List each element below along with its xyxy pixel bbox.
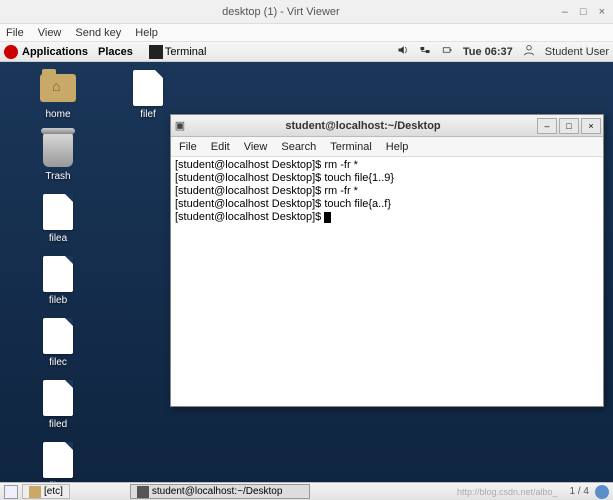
network-icon[interactable]	[419, 44, 431, 59]
terminal-cursor	[324, 212, 331, 223]
folder-icon	[29, 486, 41, 498]
menu-sendkey[interactable]: Send key	[75, 27, 121, 39]
close-button[interactable]: ×	[599, 6, 605, 18]
terminal-titlebar[interactable]: ▣ student@localhost:~/Desktop – □ ×	[171, 115, 603, 137]
terminal-icon	[137, 486, 149, 498]
terminal-line: [student@localhost Desktop]$ touch file{…	[175, 172, 599, 185]
desktop-icon-label: filec	[49, 357, 67, 368]
file-icon	[43, 256, 73, 292]
taskbar-item-terminal[interactable]: student@localhost:~/Desktop	[130, 484, 310, 499]
terminal-line: [student@localhost Desktop]$	[175, 211, 599, 224]
redhat-icon[interactable]	[4, 45, 18, 59]
desktop-icon-trash[interactable]: Trash	[28, 132, 88, 182]
terminal-app-icon: ▣	[171, 119, 189, 132]
desktop-icon-filed[interactable]: filed	[28, 380, 88, 430]
terminal-menu-terminal[interactable]: Terminal	[330, 141, 372, 153]
volume-icon[interactable]	[397, 44, 409, 59]
file-icon	[43, 194, 73, 230]
virt-viewer-title: desktop (1) - Virt Viewer	[0, 6, 562, 18]
desktop-icon-label: Trash	[45, 171, 70, 182]
menu-view[interactable]: View	[38, 27, 62, 39]
minimize-button[interactable]: –	[562, 6, 568, 18]
places-menu[interactable]: Places	[98, 46, 133, 58]
terminal-maximize-button[interactable]: □	[559, 118, 579, 134]
menu-file[interactable]: File	[6, 27, 24, 39]
clock[interactable]: Tue 06:37	[463, 46, 513, 58]
file-icon	[43, 442, 73, 478]
desktop-icon-label: fileb	[49, 295, 67, 306]
user-menu[interactable]: Student User	[545, 46, 609, 58]
terminal-title: student@localhost:~/Desktop	[189, 120, 537, 132]
file-icon	[43, 380, 73, 416]
terminal-line: [student@localhost Desktop]$ rm -fr *	[175, 185, 599, 198]
terminal-line: [student@localhost Desktop]$ rm -fr *	[175, 159, 599, 172]
terminal-line: [student@localhost Desktop]$ touch file{…	[175, 198, 599, 211]
desktop-icon-filef[interactable]: filef	[118, 70, 178, 120]
gnome-bottom-panel: [etc] student@localhost:~/Desktop http:/…	[0, 482, 613, 500]
terminal-menu-edit[interactable]: Edit	[211, 141, 230, 153]
desktop-icon-label: filed	[49, 419, 67, 430]
virt-viewer-menubar: File View Send key Help	[0, 24, 613, 42]
desktop-icon-fileb[interactable]: fileb	[28, 256, 88, 306]
maximize-button[interactable]: □	[580, 6, 587, 18]
watermark-text: http://blog.csdn.net/albo_	[457, 487, 558, 497]
terminal-close-button[interactable]: ×	[581, 118, 601, 134]
desktop-icon-label: home	[45, 109, 70, 120]
terminal-minimize-button[interactable]: –	[537, 118, 557, 134]
panel-task-terminal[interactable]: Terminal	[145, 44, 211, 60]
desktop-icon-label: filef	[140, 109, 156, 120]
desktop-icon-label: filea	[49, 233, 67, 244]
terminal-menu-view[interactable]: View	[244, 141, 268, 153]
terminal-menu-help[interactable]: Help	[386, 141, 409, 153]
workspace-switcher-icon[interactable]	[595, 485, 609, 499]
virt-viewer-titlebar: desktop (1) - Virt Viewer – □ ×	[0, 0, 613, 24]
terminal-menu-search[interactable]: Search	[281, 141, 316, 153]
terminal-menu-file[interactable]: File	[179, 141, 197, 153]
terminal-icon	[149, 45, 163, 59]
terminal-window[interactable]: ▣ student@localhost:~/Desktop – □ × File…	[170, 114, 604, 407]
folder-icon	[40, 74, 76, 102]
workspace-indicator[interactable]: 1 / 4	[570, 486, 589, 497]
user-icon[interactable]	[523, 44, 535, 59]
terminal-menubar: File Edit View Search Terminal Help	[171, 137, 603, 157]
gnome-top-panel: Applications Places Terminal Tue 06:37 S…	[0, 42, 613, 62]
desktop-icon-filea[interactable]: filea	[28, 194, 88, 244]
applications-menu[interactable]: Applications	[22, 46, 88, 58]
desktop-icon-filec[interactable]: filec	[28, 318, 88, 368]
trash-icon	[43, 133, 73, 167]
battery-icon[interactable]	[441, 44, 453, 59]
desktop-area[interactable]: fileefiledfilecfilebfileaTrashfilefhome …	[0, 62, 613, 482]
file-icon	[133, 70, 163, 106]
show-desktop-icon[interactable]	[4, 485, 18, 499]
file-icon	[43, 318, 73, 354]
terminal-body[interactable]: [student@localhost Desktop]$ rm -fr *[st…	[171, 157, 603, 406]
menu-help[interactable]: Help	[135, 27, 158, 39]
taskbar-item-etc[interactable]: [etc]	[22, 484, 70, 499]
desktop-icon-home[interactable]: home	[28, 70, 88, 120]
